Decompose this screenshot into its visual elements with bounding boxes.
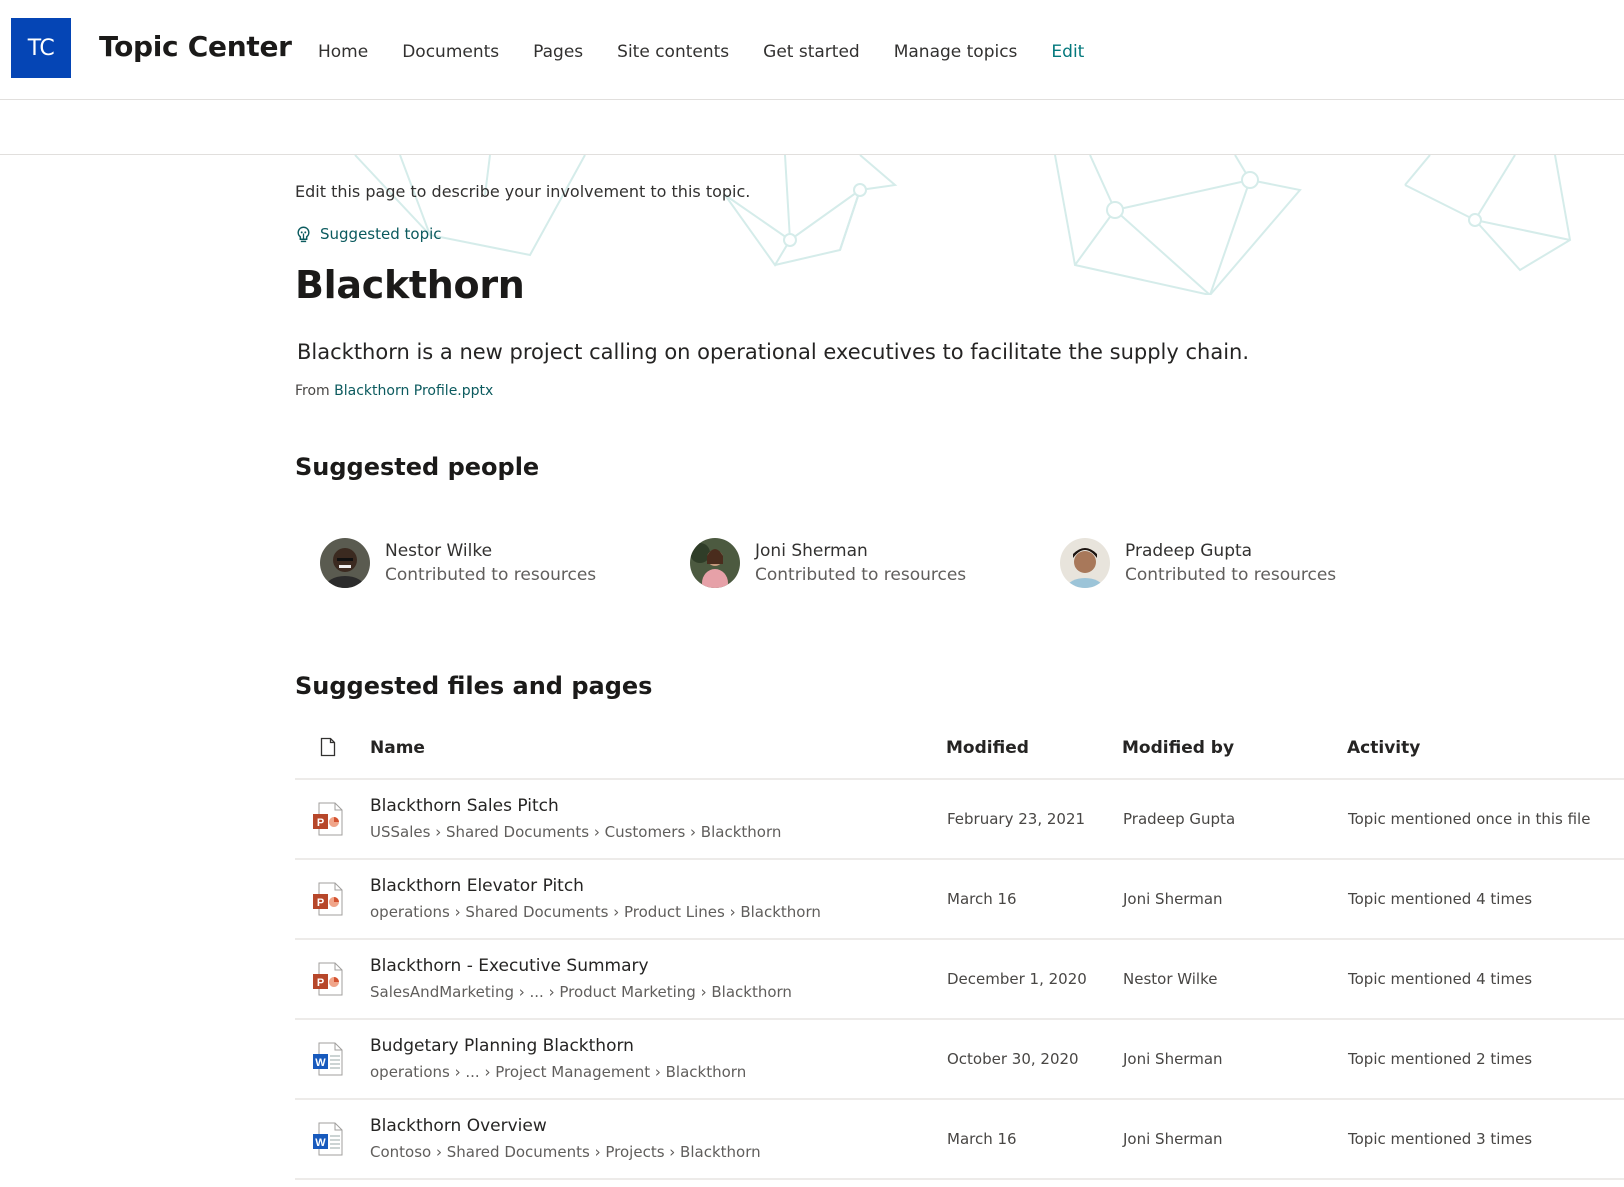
file-name[interactable]: Blackthorn Overview [370,1116,547,1136]
file-modified: March 16 [947,1130,1017,1148]
topic-source: From Blackthorn Profile.pptx [295,383,493,399]
topic-description: Blackthorn is a new project calling on o… [297,340,1250,364]
nav-item-get-started[interactable]: Get started [763,42,860,62]
file-name[interactable]: Blackthorn - Executive Summary [370,956,649,976]
powerpoint-file-icon: P [312,802,344,836]
nav-item-home[interactable]: Home [318,42,368,62]
command-bar [0,100,1624,155]
lightbulb-icon [297,226,310,242]
file-activity: Topic mentioned 3 times [1348,1130,1533,1148]
file-modified: October 30, 2020 [947,1050,1079,1068]
suggested-people-list: Nestor Wilke Contributed to resources Jo… [320,538,1520,598]
column-header-modified-by[interactable]: Modified by [1122,738,1234,758]
file-name[interactable]: Blackthorn Elevator Pitch [370,876,584,896]
file-type-icon[interactable] [320,737,336,757]
person-card[interactable]: Joni Sherman Contributed to resources [690,538,966,588]
file-modified-by[interactable]: Joni Sherman [1123,890,1223,908]
nav-item-documents[interactable]: Documents [402,42,499,62]
nav-item-pages[interactable]: Pages [533,42,583,62]
suggested-topic-badge: Suggested topic [295,225,442,243]
word-file-icon: W [312,1122,344,1156]
file-activity: Topic mentioned 4 times [1348,970,1533,988]
person-role: Contributed to resources [755,565,967,585]
column-header-name[interactable]: Name [370,738,425,758]
person-name: Nestor Wilke [385,541,493,561]
table-header: Name Modified Modified by Activity [295,720,1624,780]
avatar [320,538,370,588]
file-modified-by[interactable]: Pradeep Gupta [1123,810,1235,828]
site-nav: Home Documents Pages Site contents Get s… [318,42,1118,62]
powerpoint-file-icon: P [312,962,344,996]
person-card[interactable]: Pradeep Gupta Contributed to resources [1060,538,1336,588]
site-title[interactable]: Topic Center [99,30,292,63]
person-name: Joni Sherman [755,541,868,561]
avatar [690,538,740,588]
source-file-link[interactable]: Blackthorn Profile.pptx [334,383,493,399]
file-modified-by[interactable]: Nestor Wilke [1123,970,1217,988]
file-activity: Topic mentioned 4 times [1348,890,1533,908]
column-header-modified[interactable]: Modified [946,738,1029,758]
file-modified-by[interactable]: Joni Sherman [1123,1130,1223,1148]
svg-text:P: P [317,897,324,909]
files-table: Name Modified Modified by Activity P Bla… [295,720,1624,1180]
file-modified-by[interactable]: Joni Sherman [1123,1050,1223,1068]
site-logo[interactable]: TC [11,18,71,78]
file-activity: Topic mentioned 2 times [1348,1050,1533,1068]
column-header-activity[interactable]: Activity [1347,738,1420,758]
file-path: operations › ... › Project Management › … [370,1063,747,1081]
file-path: SalesAndMarketing › ... › Product Market… [370,983,792,1001]
svg-text:P: P [317,977,324,989]
suggested-people-heading: Suggested people [295,453,540,481]
table-row[interactable]: W Budgetary Planning Blackthorn operatio… [295,1020,1624,1100]
site-header: TC Topic Center Home Documents Pages Sit… [0,0,1624,100]
file-modified: March 16 [947,890,1017,908]
avatar [1060,538,1110,588]
table-row[interactable]: P Blackthorn - Executive Summary SalesAn… [295,940,1624,1020]
file-name[interactable]: Budgetary Planning Blackthorn [370,1036,634,1056]
word-file-icon: W [312,1042,344,1076]
person-name: Pradeep Gupta [1125,541,1253,561]
file-name[interactable]: Blackthorn Sales Pitch [370,796,559,816]
file-modified: December 1, 2020 [947,970,1087,988]
network-pattern-background [354,155,1572,295]
svg-text:W: W [315,1057,326,1069]
suggested-topic-label: Suggested topic [320,225,442,243]
nav-item-edit[interactable]: Edit [1051,42,1084,62]
svg-text:P: P [317,817,324,829]
file-path: Contoso › Shared Documents › Projects › … [370,1143,761,1161]
person-role: Contributed to resources [1125,565,1337,585]
nav-item-manage-topics[interactable]: Manage topics [894,42,1018,62]
table-row[interactable]: P Blackthorn Sales Pitch USSales › Share… [295,780,1624,860]
file-activity: Topic mentioned once in this file [1348,810,1591,828]
source-prefix: From [295,383,330,399]
topic-title: Blackthorn [295,263,525,307]
file-path: USSales › Shared Documents › Customers ›… [370,823,782,841]
suggested-files-heading: Suggested files and pages [295,672,653,700]
table-row[interactable]: P Blackthorn Elevator Pitch operations ›… [295,860,1624,940]
person-card[interactable]: Nestor Wilke Contributed to resources [320,538,596,588]
svg-text:W: W [315,1137,326,1149]
person-role: Contributed to resources [385,565,597,585]
file-path: operations › Shared Documents › Product … [370,903,821,921]
powerpoint-file-icon: P [312,882,344,916]
nav-item-site-contents[interactable]: Site contents [617,42,729,62]
file-modified: February 23, 2021 [947,810,1086,828]
intro-text: Edit this page to describe your involvem… [295,182,751,201]
table-row[interactable]: W Blackthorn Overview Contoso › Shared D… [295,1100,1624,1180]
